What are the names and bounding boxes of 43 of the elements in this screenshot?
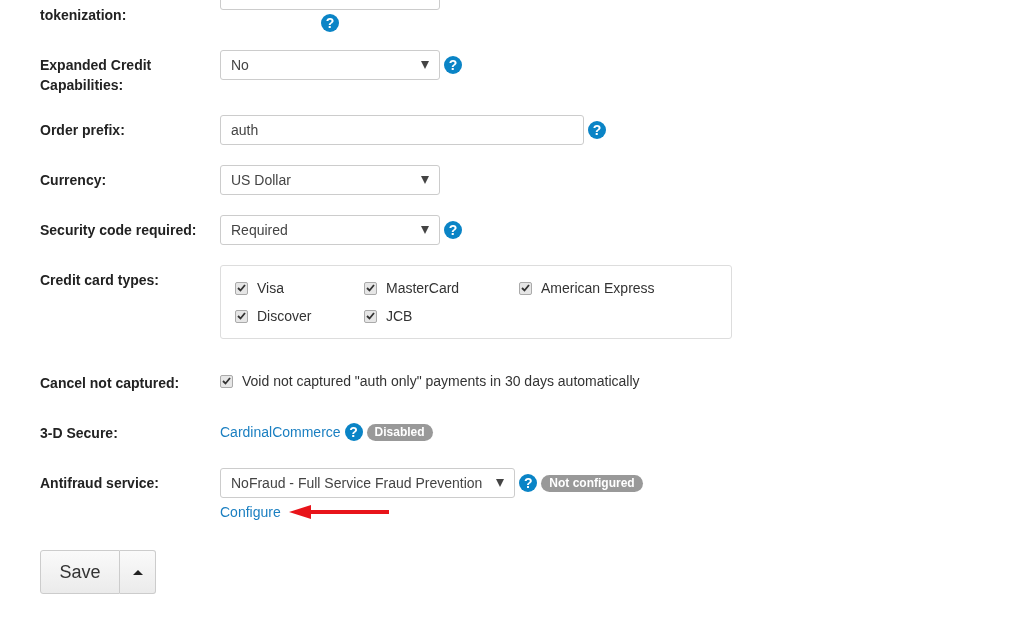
- checkbox[interactable]: [364, 309, 377, 323]
- provider-link[interactable]: CardinalCommerce: [220, 424, 341, 440]
- checkbox[interactable]: [519, 281, 532, 295]
- help-icon[interactable]: ?: [344, 423, 363, 441]
- status-badge: Disabled: [366, 423, 433, 441]
- checkbox-label: MasterCard: [386, 279, 460, 298]
- checkbox-label: Visa: [257, 279, 284, 298]
- select-dropdown[interactable]: No: [220, 50, 440, 80]
- field-label: Antifraud service:: [40, 474, 161, 493]
- checkbox[interactable]: [220, 374, 233, 388]
- configure-link[interactable]: Configure: [220, 504, 281, 520]
- select-dropdown[interactable]: US Dollar: [220, 165, 440, 195]
- field-label: Security code required:: [40, 221, 198, 240]
- field-label: Expanded Credit Capabilities:: [40, 56, 153, 95]
- caret-icon: [421, 176, 429, 184]
- checkbox-label: JCB: [386, 307, 413, 326]
- checkbox-label: Discover: [257, 307, 312, 326]
- field-label: Credit card types:: [40, 271, 161, 290]
- dropdown-toggle-button[interactable]: [120, 550, 156, 594]
- field-label: Currency:: [40, 171, 108, 190]
- caret-icon: [421, 226, 429, 234]
- input-field[interactable]: auth: [220, 115, 584, 145]
- field-label: Cancel not captured:: [40, 374, 181, 393]
- field-label: tokenization:: [40, 6, 128, 25]
- checkbox[interactable]: [235, 281, 248, 295]
- help-icon[interactable]: ?: [519, 474, 538, 492]
- field-label: 3-D Secure:: [40, 424, 119, 443]
- status-badge: Not configured: [541, 474, 643, 492]
- help-icon[interactable]: ?: [444, 221, 462, 239]
- help-icon[interactable]: ?: [444, 56, 462, 74]
- save-button[interactable]: Save: [40, 550, 120, 594]
- select-dropdown[interactable]: NoFraud - Full Service Fraud Prevention: [220, 468, 516, 498]
- checkbox-label: Void not captured "auth only" payments in 30 days automatically: [242, 373, 640, 389]
- caret-icon: [496, 479, 505, 487]
- help-icon[interactable]: ?: [588, 121, 606, 139]
- checkbox-label: American Express: [541, 279, 655, 298]
- checkbox[interactable]: [364, 281, 377, 295]
- select-dropdown[interactable]: Required: [220, 215, 440, 245]
- checkbox[interactable]: [235, 309, 248, 323]
- field-label: Order prefix:: [40, 121, 126, 140]
- caret-icon: [132, 569, 143, 575]
- caret-icon: [421, 61, 429, 69]
- help-icon[interactable]: ?: [321, 14, 339, 32]
